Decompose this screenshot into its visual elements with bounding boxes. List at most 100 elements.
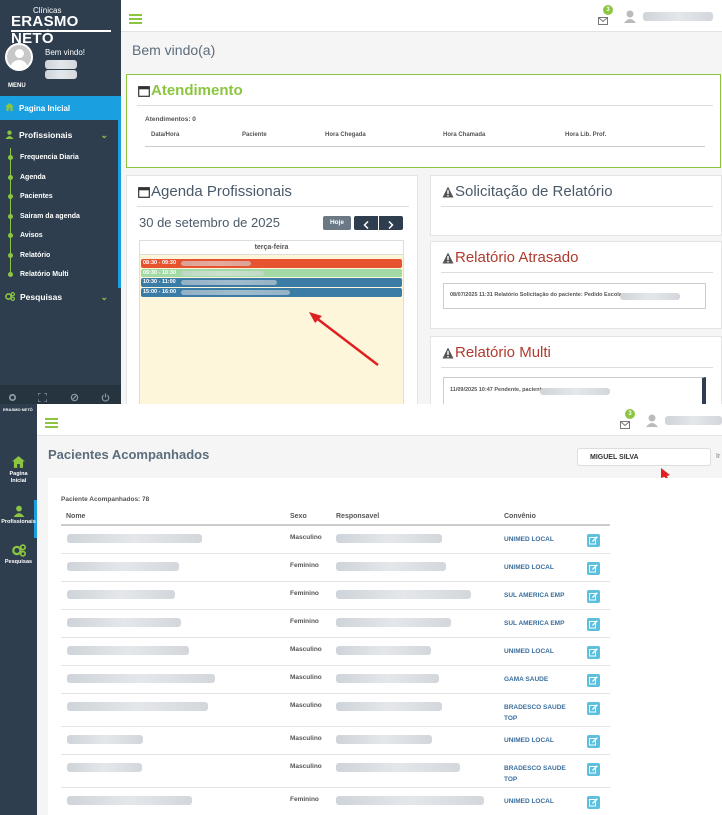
edit-icon bbox=[589, 564, 598, 573]
edit-button[interactable] bbox=[587, 590, 600, 603]
table-row[interactable]: Feminino UNIMED LOCAL bbox=[61, 788, 610, 815]
edit-icon bbox=[589, 704, 598, 713]
responsavel-blurred bbox=[336, 590, 471, 599]
calendar-event[interactable]: 08:30 - 09:30 bbox=[141, 259, 402, 268]
user-icon[interactable] bbox=[646, 414, 658, 432]
table-row[interactable]: Masculino BRADESCO SAUDE TOP bbox=[61, 694, 610, 727]
lock-icon[interactable] bbox=[70, 389, 79, 404]
home-icon bbox=[12, 456, 25, 468]
sidebar-subitem[interactable]: Sairam da agenda bbox=[20, 213, 80, 220]
sidebar-subitem[interactable]: Relatório Multi bbox=[20, 271, 69, 278]
prev-button[interactable] bbox=[354, 216, 378, 230]
user-icon[interactable] bbox=[624, 10, 636, 28]
today-button[interactable]: Hoje bbox=[323, 216, 351, 230]
page-title: Pacientes Acompanhados bbox=[48, 447, 210, 462]
sidebar-item-label: Profissionais bbox=[1, 519, 36, 525]
col-nome: Nome bbox=[66, 513, 86, 520]
brand-logo-small[interactable]: ERASMO NETÔ bbox=[3, 407, 33, 412]
sidebar-item-profissionais[interactable]: Profissionais ⌄ bbox=[0, 123, 121, 147]
responsavel-blurred bbox=[336, 618, 451, 627]
calendar-event[interactable]: 09:30 - 10:30 bbox=[141, 268, 402, 278]
search-value: MIGUEL SILVA bbox=[590, 454, 639, 461]
edit-button[interactable] bbox=[587, 562, 600, 575]
solicitacao-title: Solicitação de Relatório bbox=[455, 183, 613, 200]
avatar[interactable] bbox=[5, 43, 33, 71]
responsavel-blurred bbox=[336, 646, 431, 655]
table-row[interactable]: Feminino SUL AMERICA EMP bbox=[61, 582, 610, 610]
sidebar-item-pesquisas[interactable]: Pesquisas bbox=[0, 544, 37, 565]
edit-button[interactable] bbox=[587, 763, 600, 776]
sidebar-subitem[interactable]: Relatório bbox=[20, 252, 50, 259]
gears-icon bbox=[5, 291, 16, 303]
multi-item[interactable]: 11/09/2025 10:47 Pendente, paciente: bbox=[443, 377, 706, 404]
sidebar-item-home[interactable]: Pagina Inicial bbox=[0, 456, 37, 485]
search-button[interactable]: Ir bbox=[716, 453, 720, 460]
table-row[interactable]: Masculino UNIMED LOCAL bbox=[61, 727, 610, 755]
edit-button[interactable] bbox=[587, 735, 600, 748]
user-name-blurred bbox=[45, 60, 77, 69]
next-button[interactable] bbox=[379, 216, 403, 230]
patient-name-blurred bbox=[67, 646, 189, 655]
power-icon[interactable] bbox=[101, 389, 110, 404]
cell-convenio: SUL AMERICA EMP bbox=[504, 592, 565, 599]
calendar-event[interactable]: 15:00 - 16:00 bbox=[141, 288, 402, 297]
submenu-bullet-icon bbox=[8, 233, 13, 238]
sidebar-subitem[interactable]: Frequencia Diaria bbox=[20, 154, 79, 161]
topbar: 3 bbox=[121, 0, 722, 32]
atendimento-panel: Atendimento Atendimentos: 0 Data/Hora Pa… bbox=[126, 74, 721, 168]
table-row[interactable]: Masculino UNIMED LOCAL bbox=[61, 526, 610, 554]
col-hora-lib-prof: Hora Lib. Prof. bbox=[565, 132, 607, 138]
cell-sexo: Feminino bbox=[290, 618, 319, 625]
search-input[interactable]: MIGUEL SILVA bbox=[577, 448, 711, 466]
sidebar-subitem[interactable]: Pacientes bbox=[20, 193, 53, 200]
day-header: terça-feira bbox=[140, 241, 403, 255]
fullscreen-icon[interactable] bbox=[37, 389, 48, 404]
sidebar-item-label: Pagina Inicial bbox=[9, 471, 28, 484]
col-sexo: Sexo bbox=[290, 513, 307, 520]
annotation-arrow bbox=[309, 312, 379, 366]
hamburger-icon[interactable] bbox=[129, 11, 142, 29]
edit-button[interactable] bbox=[587, 796, 600, 809]
patients-panel: Paciente Acompanhados: 78 Nome Sexo Resp… bbox=[48, 478, 722, 815]
edit-icon bbox=[589, 737, 598, 746]
chevron-down-icon: ⌄ bbox=[100, 129, 108, 140]
edit-button[interactable] bbox=[587, 674, 600, 687]
patient-name-blurred bbox=[67, 702, 208, 711]
table-row[interactable]: Masculino BRADESCO SAUDE TOP bbox=[61, 755, 610, 788]
table-row[interactable]: Masculino UNIMED LOCAL bbox=[61, 638, 610, 666]
sidebar-item-pesquisas[interactable]: Pesquisas ⌄ bbox=[0, 285, 121, 309]
user-name-blurred[interactable] bbox=[665, 416, 722, 425]
bottom-screenshot: ERASMO NETÔ Pagina Inicial Profissionais… bbox=[0, 404, 722, 815]
brand-logo[interactable]: Clínicas ERASMO NETÔ bbox=[5, 5, 113, 47]
sidebar-subitem[interactable]: Avisos bbox=[20, 232, 43, 239]
sidebar: Clínicas ERASMO NETÔ Bem vindo! MENU Pag… bbox=[0, 0, 121, 404]
edit-button[interactable] bbox=[587, 646, 600, 659]
notification-badge: 3 bbox=[603, 5, 613, 15]
edit-icon bbox=[589, 648, 598, 657]
warning-icon bbox=[442, 185, 454, 203]
edit-button[interactable] bbox=[587, 618, 600, 631]
table-row[interactable]: Masculino GAMA SAUDE bbox=[61, 666, 610, 694]
responsavel-blurred bbox=[336, 763, 460, 772]
edit-icon bbox=[589, 592, 598, 601]
edit-button[interactable] bbox=[587, 534, 600, 547]
sidebar-item-profissionais[interactable]: Profissionais bbox=[0, 505, 37, 525]
settings-icon[interactable] bbox=[8, 389, 17, 404]
sidebar-subitem[interactable]: Agenda bbox=[20, 174, 46, 181]
sidebar-item-home[interactable]: Pagina Inicial bbox=[0, 96, 121, 120]
cell-convenio: UNIMED LOCAL bbox=[504, 737, 554, 744]
atrasado-item[interactable]: 08/07/2025 11:31 Relatório Solicitação d… bbox=[443, 283, 706, 309]
event-time: 15:00 - 16:00 bbox=[143, 289, 177, 296]
calendar-icon bbox=[138, 84, 150, 102]
user-name-blurred[interactable] bbox=[643, 12, 713, 21]
hamburger-icon[interactable] bbox=[45, 415, 58, 433]
col-paciente: Paciente bbox=[242, 132, 267, 138]
cell-sexo: Masculino bbox=[290, 702, 322, 709]
table-row[interactable]: Feminino SUL AMERICA EMP bbox=[61, 610, 610, 638]
submenu-bullet-icon bbox=[8, 272, 13, 277]
calendar-event[interactable]: 10:30 - 11:00 bbox=[141, 278, 402, 287]
edit-button[interactable] bbox=[587, 702, 600, 715]
submenu-bullet-icon bbox=[8, 155, 13, 160]
table-row[interactable]: Feminino UNIMED LOCAL bbox=[61, 554, 610, 582]
menu-label: MENU bbox=[8, 83, 26, 89]
